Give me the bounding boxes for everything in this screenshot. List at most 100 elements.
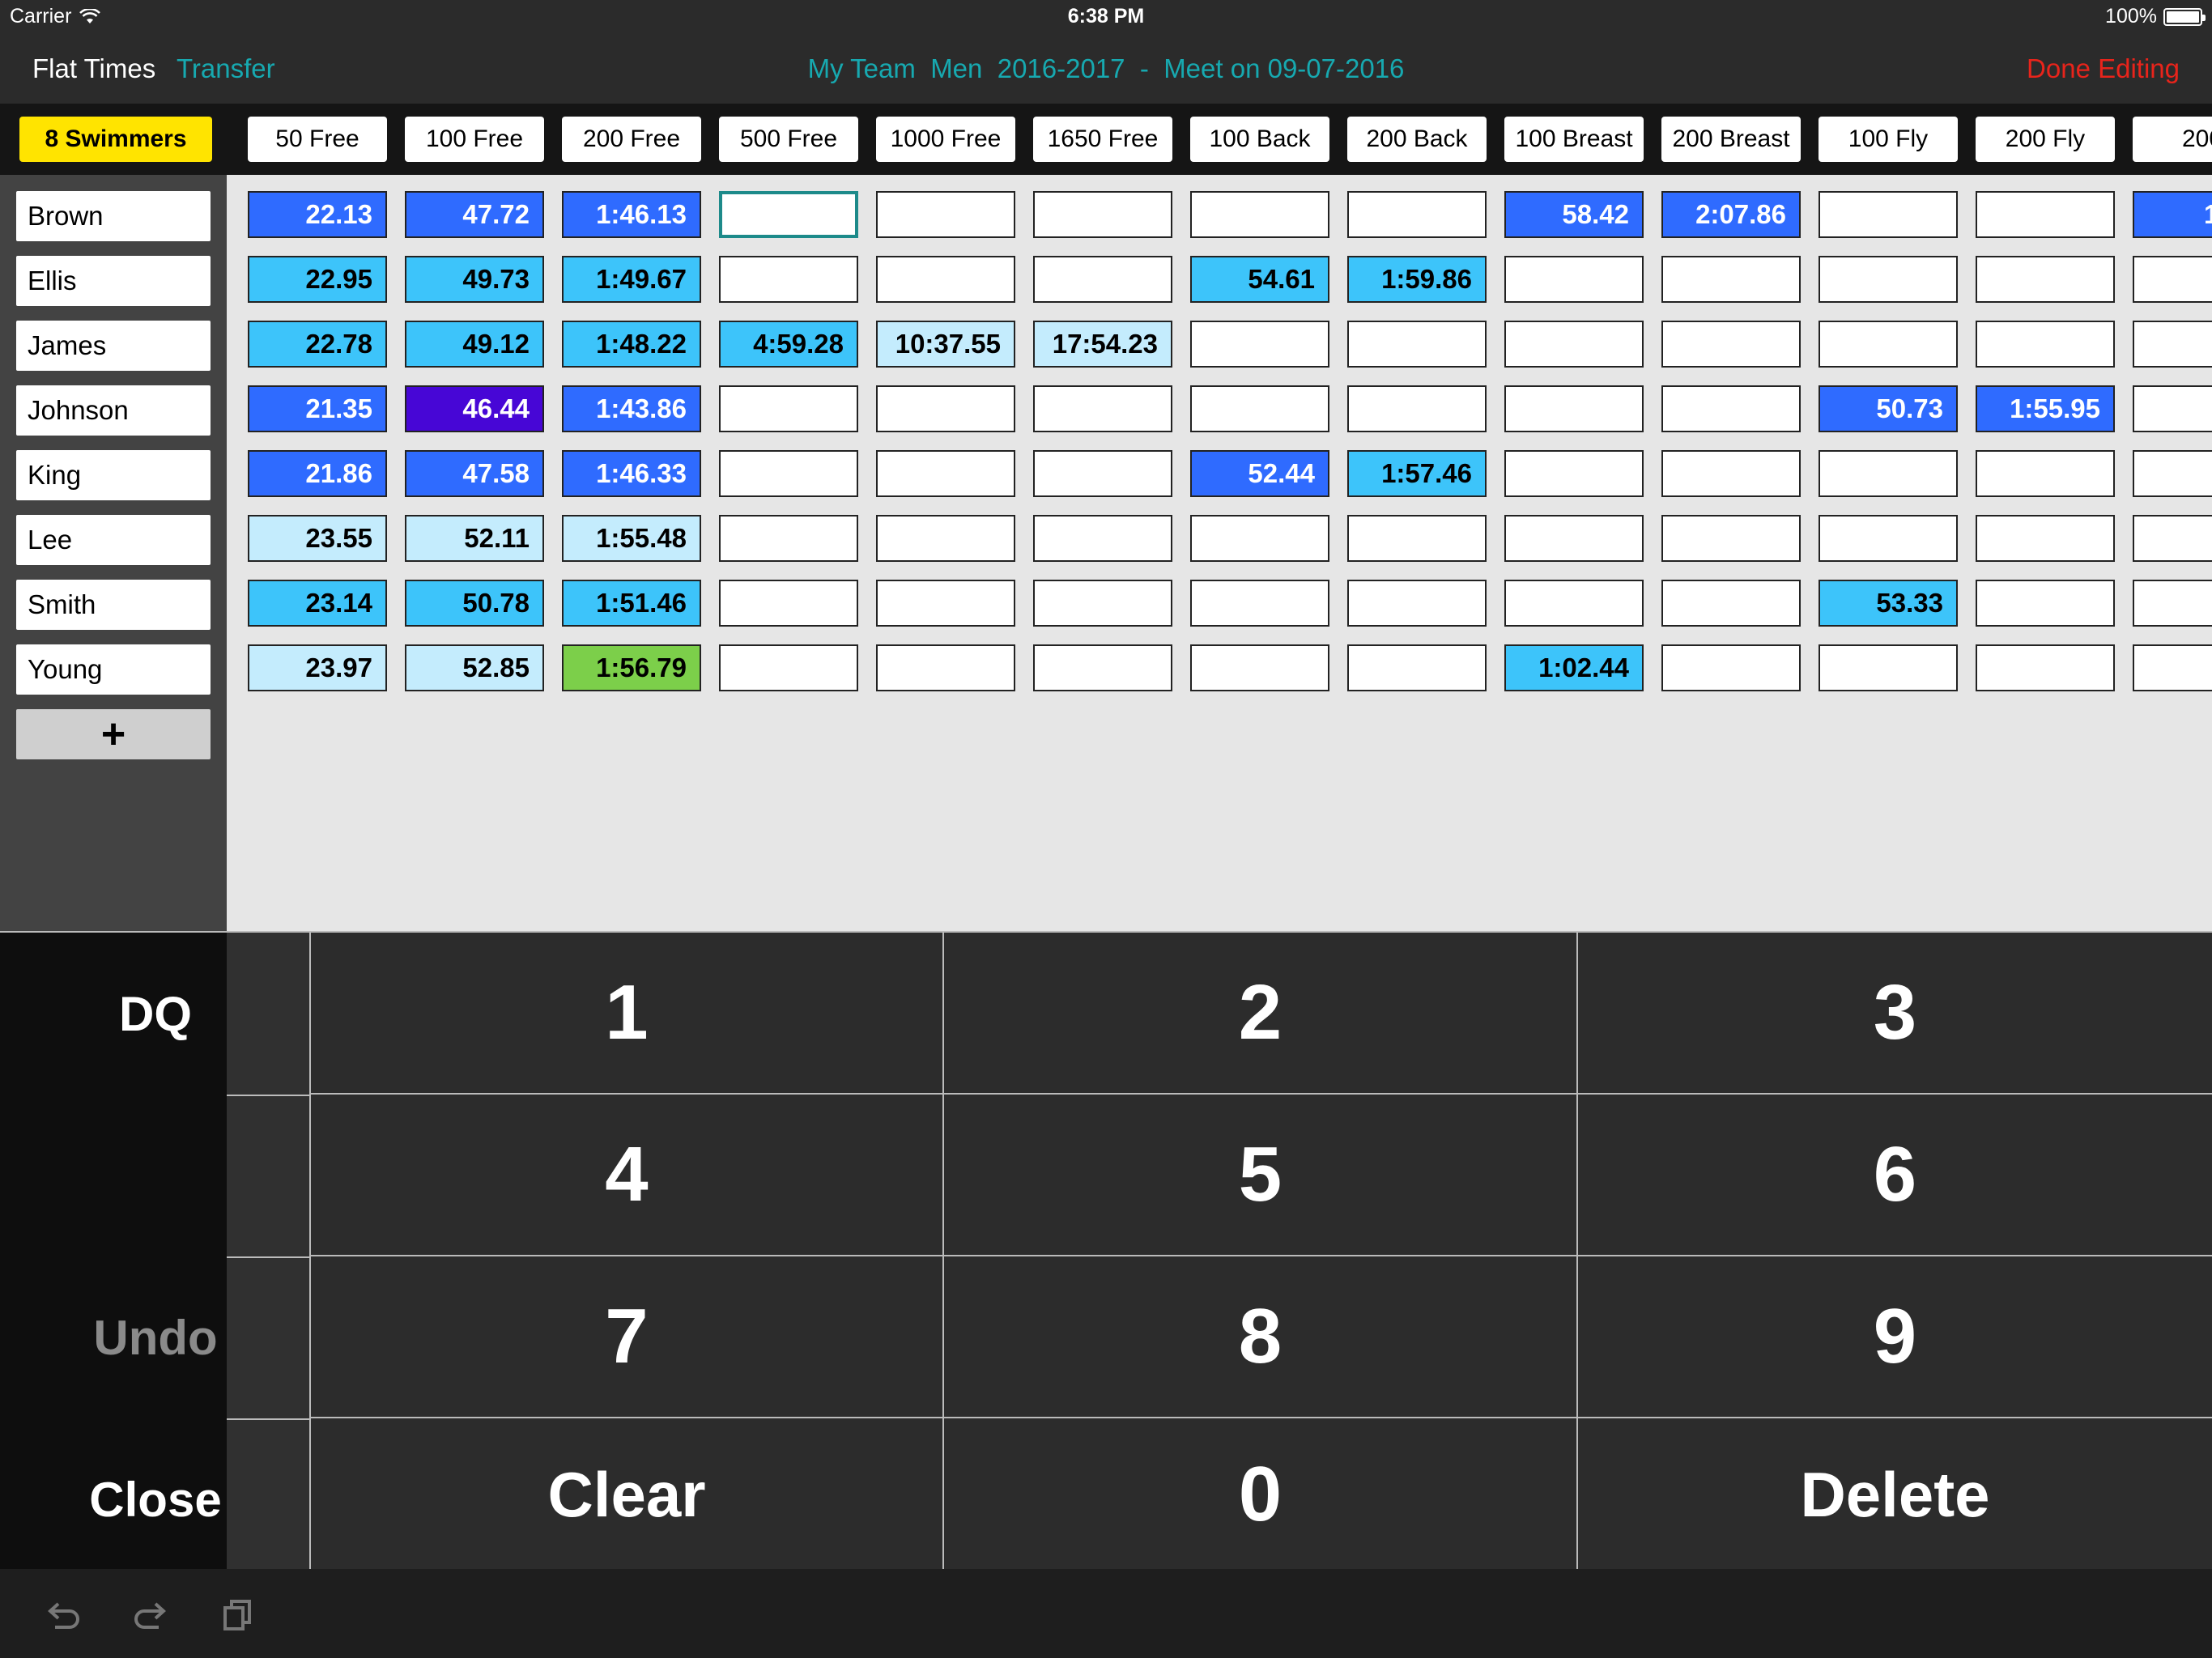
time-cell[interactable]: 49.12 (405, 321, 544, 368)
time-cell[interactable] (1190, 515, 1329, 562)
time-cell[interactable] (1504, 385, 1644, 432)
time-cell[interactable]: 1:51.46 (562, 580, 701, 627)
time-cell[interactable] (1661, 580, 1801, 627)
time-cell[interactable] (719, 191, 858, 238)
time-cell[interactable] (1976, 515, 2115, 562)
add-swimmer-button[interactable]: + (16, 709, 211, 759)
time-cell[interactable] (719, 385, 858, 432)
time-cell[interactable]: 1:43.86 (562, 385, 701, 432)
copy-icon[interactable] (215, 1593, 261, 1639)
time-cell[interactable] (1661, 385, 1801, 432)
swimmer-name-james[interactable]: James (16, 321, 211, 371)
time-cell[interactable] (876, 644, 1015, 691)
event-header-200-breast-9[interactable]: 200 Breast (1661, 117, 1801, 162)
time-cell[interactable] (876, 515, 1015, 562)
time-cell[interactable]: 52.44 (1190, 450, 1329, 497)
time-cell[interactable]: 52.11 (405, 515, 544, 562)
done-editing-button[interactable]: Done Editing (2027, 53, 2180, 84)
time-cell[interactable] (1976, 580, 2115, 627)
time-cell[interactable] (1819, 321, 1958, 368)
time-cell[interactable] (2133, 256, 2212, 303)
time-cell[interactable] (1976, 191, 2115, 238)
event-header-100-fly-10[interactable]: 100 Fly (1819, 117, 1958, 162)
time-cell[interactable]: 4:59.28 (719, 321, 858, 368)
time-cell[interactable] (1347, 644, 1487, 691)
time-cell[interactable] (1504, 321, 1644, 368)
swimmer-name-johnson[interactable]: Johnson (16, 385, 211, 436)
time-cell[interactable] (1819, 191, 1958, 238)
time-cell[interactable]: 1:02.44 (1504, 644, 1644, 691)
time-cell[interactable]: 17:54.23 (1033, 321, 1172, 368)
time-cell[interactable]: 23.55 (248, 515, 387, 562)
time-cell[interactable] (1819, 450, 1958, 497)
time-cell[interactable]: 22.78 (248, 321, 387, 368)
time-cell[interactable] (1976, 256, 2115, 303)
event-header-200-fly-11[interactable]: 200 Fly (1976, 117, 2115, 162)
time-cell[interactable] (1347, 580, 1487, 627)
time-cell[interactable] (1661, 321, 1801, 368)
time-cell[interactable] (719, 580, 858, 627)
time-cell[interactable]: 1:57 (2133, 191, 2212, 238)
event-header-100-back-6[interactable]: 100 Back (1190, 117, 1329, 162)
event-header-1000-free-4[interactable]: 1000 Free (876, 117, 1015, 162)
time-cell[interactable] (2133, 515, 2212, 562)
time-cell[interactable]: 22.13 (248, 191, 387, 238)
time-cell[interactable]: 1:46.33 (562, 450, 701, 497)
time-cell[interactable] (876, 191, 1015, 238)
time-cell[interactable] (1347, 191, 1487, 238)
time-cell[interactable] (1190, 321, 1329, 368)
time-cell[interactable]: 1:48.22 (562, 321, 701, 368)
time-cell[interactable] (876, 450, 1015, 497)
keypad-delete-button[interactable]: Delete (1578, 1418, 2212, 1571)
time-cell[interactable]: 21.86 (248, 450, 387, 497)
keypad-digit-0[interactable]: 0 (944, 1418, 1578, 1571)
time-cell[interactable]: 1:55.95 (1976, 385, 2115, 432)
redo-icon[interactable] (128, 1593, 173, 1639)
time-cell[interactable] (719, 515, 858, 562)
swimmer-name-young[interactable]: Young (16, 644, 211, 695)
time-cell[interactable] (2133, 580, 2212, 627)
time-cell[interactable]: 1:55.48 (562, 515, 701, 562)
time-cell[interactable] (1819, 644, 1958, 691)
time-cell[interactable]: 1:49.67 (562, 256, 701, 303)
time-cell[interactable] (1504, 515, 1644, 562)
swimmer-name-king[interactable]: King (16, 450, 211, 500)
keypad-digit-5[interactable]: 5 (944, 1095, 1578, 1256)
swimmer-name-smith[interactable]: Smith (16, 580, 211, 630)
time-cell[interactable]: 47.72 (405, 191, 544, 238)
time-cell[interactable] (1976, 450, 2115, 497)
time-cell[interactable]: 1:56.79 (562, 644, 701, 691)
time-cell[interactable]: 1:46.13 (562, 191, 701, 238)
time-cell[interactable]: 46.44 (405, 385, 544, 432)
event-header-1650-free-5[interactable]: 1650 Free (1033, 117, 1172, 162)
time-cell[interactable] (1347, 321, 1487, 368)
time-cell[interactable] (1819, 256, 1958, 303)
swimmers-count-button[interactable]: 8 Swimmers (19, 117, 212, 162)
time-cell[interactable] (1190, 385, 1329, 432)
time-cell[interactable] (719, 644, 858, 691)
time-cell[interactable] (1033, 515, 1172, 562)
time-cell[interactable] (1190, 580, 1329, 627)
time-cell[interactable] (1504, 450, 1644, 497)
time-cell[interactable] (2133, 321, 2212, 368)
time-cell[interactable]: 50.73 (1819, 385, 1958, 432)
time-cell[interactable]: 49.73 (405, 256, 544, 303)
time-cell[interactable] (876, 385, 1015, 432)
time-cell[interactable] (1504, 580, 1644, 627)
keypad-digit-8[interactable]: 8 (944, 1256, 1578, 1418)
keypad-digit-7[interactable]: 7 (311, 1256, 944, 1418)
time-cell[interactable] (1661, 644, 1801, 691)
time-cell[interactable]: 58.42 (1504, 191, 1644, 238)
time-cell[interactable]: 21.35 (248, 385, 387, 432)
time-cell[interactable] (1033, 191, 1172, 238)
time-cell[interactable]: 50.78 (405, 580, 544, 627)
swimmer-name-lee[interactable]: Lee (16, 515, 211, 565)
time-cell[interactable] (1819, 515, 1958, 562)
keypad-digit-3[interactable]: 3 (1578, 933, 2212, 1095)
event-header-50-free-0[interactable]: 50 Free (248, 117, 387, 162)
time-cell[interactable]: 10:37.55 (876, 321, 1015, 368)
time-cell[interactable]: 54.61 (1190, 256, 1329, 303)
event-header-500-free-3[interactable]: 500 Free (719, 117, 858, 162)
keypad-undo-button[interactable]: Undo (0, 1256, 311, 1418)
time-cell[interactable] (876, 256, 1015, 303)
